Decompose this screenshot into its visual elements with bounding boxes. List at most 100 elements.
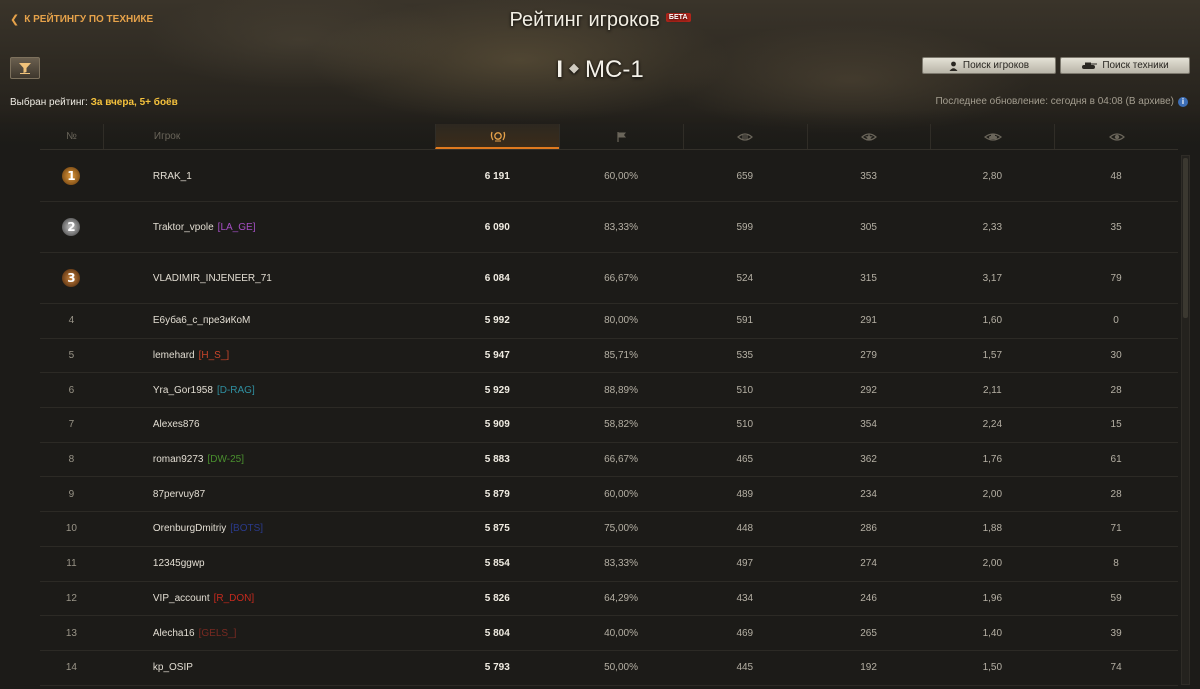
clan-tag[interactable]: [H_S_]	[199, 350, 230, 361]
clan-tag[interactable]: [DW-25]	[207, 454, 244, 465]
score-cell: 6 191	[484, 170, 510, 182]
damage-cell: 510	[736, 384, 754, 396]
column-frags[interactable]	[930, 124, 1054, 149]
table-row[interactable]: 8 roman9273 [DW-25] 5 883 66,67% 465 362 1,76 61	[40, 443, 1178, 478]
table-row[interactable]: 13 Alecha16 [GELS_] 5 804 40,00% 469 265 1,40 39	[40, 616, 1178, 651]
player-cell[interactable]: VLADIMIR_INJENEER_71	[103, 273, 435, 284]
table-row[interactable]: 11 12345ggwp 5 854 83,33% 497 274 2,00 8	[40, 547, 1178, 582]
player-name[interactable]: VLADIMIR_INJENEER_71	[153, 273, 272, 284]
flag-icon	[616, 131, 626, 142]
player-name[interactable]: 12345ggwp	[153, 558, 205, 569]
winrate-cell: 64,29%	[604, 592, 638, 604]
damage-cell: 599	[736, 221, 754, 233]
table-row[interactable]: 7 Alexes876 5 909 58,82% 510 354 2,24 15	[40, 408, 1178, 443]
table-row[interactable]: 2 Traktor_vpole [LA_GE] 6 090 83,33% 599 305 2,…	[40, 202, 1178, 253]
rating-table: 1 RRAK_1 6 191 60,00% 659 353 2,80 48 2 Traktor_v…	[40, 151, 1178, 686]
clan-tag[interactable]: [D-RAG]	[217, 385, 255, 396]
player-cell[interactable]: VIP_account [R_DON]	[103, 593, 435, 604]
table-row[interactable]: 9 87pervuy87 5 879 60,00% 489 234 2,00 28	[40, 477, 1178, 513]
rank-cell: 6	[68, 384, 75, 396]
player-name[interactable]: VIP_account	[153, 593, 210, 604]
winrate-cell: 58,82%	[604, 419, 638, 431]
search-vehicles-label: Поиск техники	[1102, 60, 1169, 71]
spotted-cell: 15	[1110, 419, 1122, 431]
column-experience[interactable]	[806, 124, 931, 149]
player-name[interactable]: Alexes876	[153, 419, 200, 430]
player-cell[interactable]: Traktor_vpole [LA_GE]	[103, 222, 435, 233]
table-row[interactable]: 12 VIP_account [R_DON] 5 826 64,29% 434 246 1,9…	[40, 582, 1178, 617]
player-name[interactable]: 87pervuy87	[153, 489, 205, 500]
info-icon[interactable]: i	[1178, 96, 1188, 107]
vehicle-tier: I	[556, 56, 563, 83]
frags-cell: 2,80	[982, 170, 1003, 182]
player-name[interactable]: Alecha16	[153, 628, 195, 639]
player-cell[interactable]: Alecha16 [GELS_]	[103, 628, 435, 639]
player-name[interactable]: Traktor_vpole	[153, 222, 214, 233]
player-name[interactable]: RRAK_1	[153, 171, 192, 182]
player-cell[interactable]: Alexes876	[103, 419, 435, 430]
clan-tag[interactable]: [R_DON]	[214, 593, 255, 604]
winrate-cell: 60,00%	[604, 488, 638, 500]
player-name[interactable]: lemehard	[153, 350, 195, 361]
selected-rating-value: За вчера, 5+ боёв	[90, 97, 178, 108]
frags-cell: 1,40	[982, 627, 1003, 639]
table-row[interactable]: 14 kp_OSIP 5 793 50,00% 445 192 1,50 74	[40, 651, 1178, 686]
damage-cell: 535	[736, 350, 754, 362]
player-cell[interactable]: lemehard [H_S_]	[103, 350, 435, 361]
table-row[interactable]: 4 Е6уба6_с_пре3иКоМ 5 992 80,00% 591 291 1,60 0	[40, 304, 1178, 339]
frags-cell: 2,24	[982, 419, 1003, 431]
experience-cell: 362	[860, 454, 877, 466]
player-name[interactable]: roman9273	[153, 454, 204, 465]
rating-laurel-icon	[490, 131, 505, 141]
scrollbar-thumb[interactable]	[1183, 158, 1188, 318]
column-winrate[interactable]	[559, 124, 683, 149]
winrate-cell: 66,67%	[604, 454, 638, 466]
damage-icon	[737, 132, 754, 141]
clan-tag[interactable]: [GELS_]	[199, 628, 237, 639]
player-cell[interactable]: Yra_Gor1958 [D-RAG]	[103, 385, 435, 396]
column-rank: №	[66, 131, 77, 142]
silver-medal-icon: 2	[62, 218, 81, 236]
rank-cell: 12	[65, 592, 77, 604]
experience-cell: 265	[860, 627, 877, 639]
rank-cell: 9	[68, 488, 75, 500]
column-rating-score[interactable]	[435, 124, 560, 149]
player-cell[interactable]: RRAK_1	[103, 171, 435, 182]
player-name[interactable]: Е6уба6_с_пре3иКоМ	[153, 315, 251, 326]
experience-cell: 286	[860, 523, 877, 535]
spotted-cell: 0	[1113, 315, 1119, 327]
column-damage[interactable]	[682, 124, 807, 149]
table-row[interactable]: 6 Yra_Gor1958 [D-RAG] 5 929 88,89% 510 292 2,11…	[40, 373, 1178, 409]
frags-cell: 2,11	[982, 384, 1002, 396]
clan-tag[interactable]: [LA_GE]	[218, 222, 256, 233]
search-players-button[interactable]: Поиск игроков	[922, 57, 1056, 74]
rank-cell: 13	[65, 627, 77, 639]
player-cell[interactable]: roman9273 [DW-25]	[103, 454, 435, 465]
player-cell[interactable]: OrenburgDmitriy [BOTS]	[103, 523, 435, 534]
spotted-cell: 35	[1110, 221, 1122, 233]
player-cell[interactable]: Е6уба6_с_пре3иКоМ	[103, 315, 435, 326]
player-name[interactable]: Yra_Gor1958	[153, 385, 213, 396]
scrollbar[interactable]	[1181, 155, 1190, 685]
spotted-cell: 48	[1110, 170, 1122, 182]
player-cell[interactable]: 12345ggwp	[103, 558, 435, 569]
player-cell[interactable]: kp_OSIP	[103, 662, 435, 673]
table-row[interactable]: 10 OrenburgDmitriy [BOTS] 5 875 75,00% 448 286…	[40, 512, 1178, 547]
column-spotted[interactable]	[1054, 124, 1178, 149]
search-vehicles-button[interactable]: Поиск техники	[1060, 57, 1190, 74]
score-cell: 6 084	[484, 272, 510, 284]
winrate-cell: 83,33%	[604, 221, 638, 233]
selected-rating[interactable]: Выбран рейтинг: За вчера, 5+ боёв	[10, 97, 178, 108]
player-name[interactable]: OrenburgDmitriy	[153, 523, 226, 534]
player-cell[interactable]: 87pervuy87	[103, 489, 435, 500]
rank-cell: 1	[40, 167, 103, 185]
rank-cell: 10	[65, 523, 77, 535]
experience-cell: 291	[860, 315, 877, 327]
experience-cell: 305	[860, 221, 877, 233]
player-name[interactable]: kp_OSIP	[153, 662, 193, 673]
table-row[interactable]: 1 RRAK_1 6 191 60,00% 659 353 2,80 48	[40, 151, 1178, 202]
table-row[interactable]: 5 lemehard [H_S_] 5 947 85,71% 535 279 1,57 30	[40, 339, 1178, 374]
table-row[interactable]: 3 VLADIMIR_INJENEER_71 6 084 66,67% 524 315 3,…	[40, 253, 1178, 304]
clan-tag[interactable]: [BOTS]	[230, 523, 263, 534]
rank-cell: 11	[66, 558, 77, 570]
